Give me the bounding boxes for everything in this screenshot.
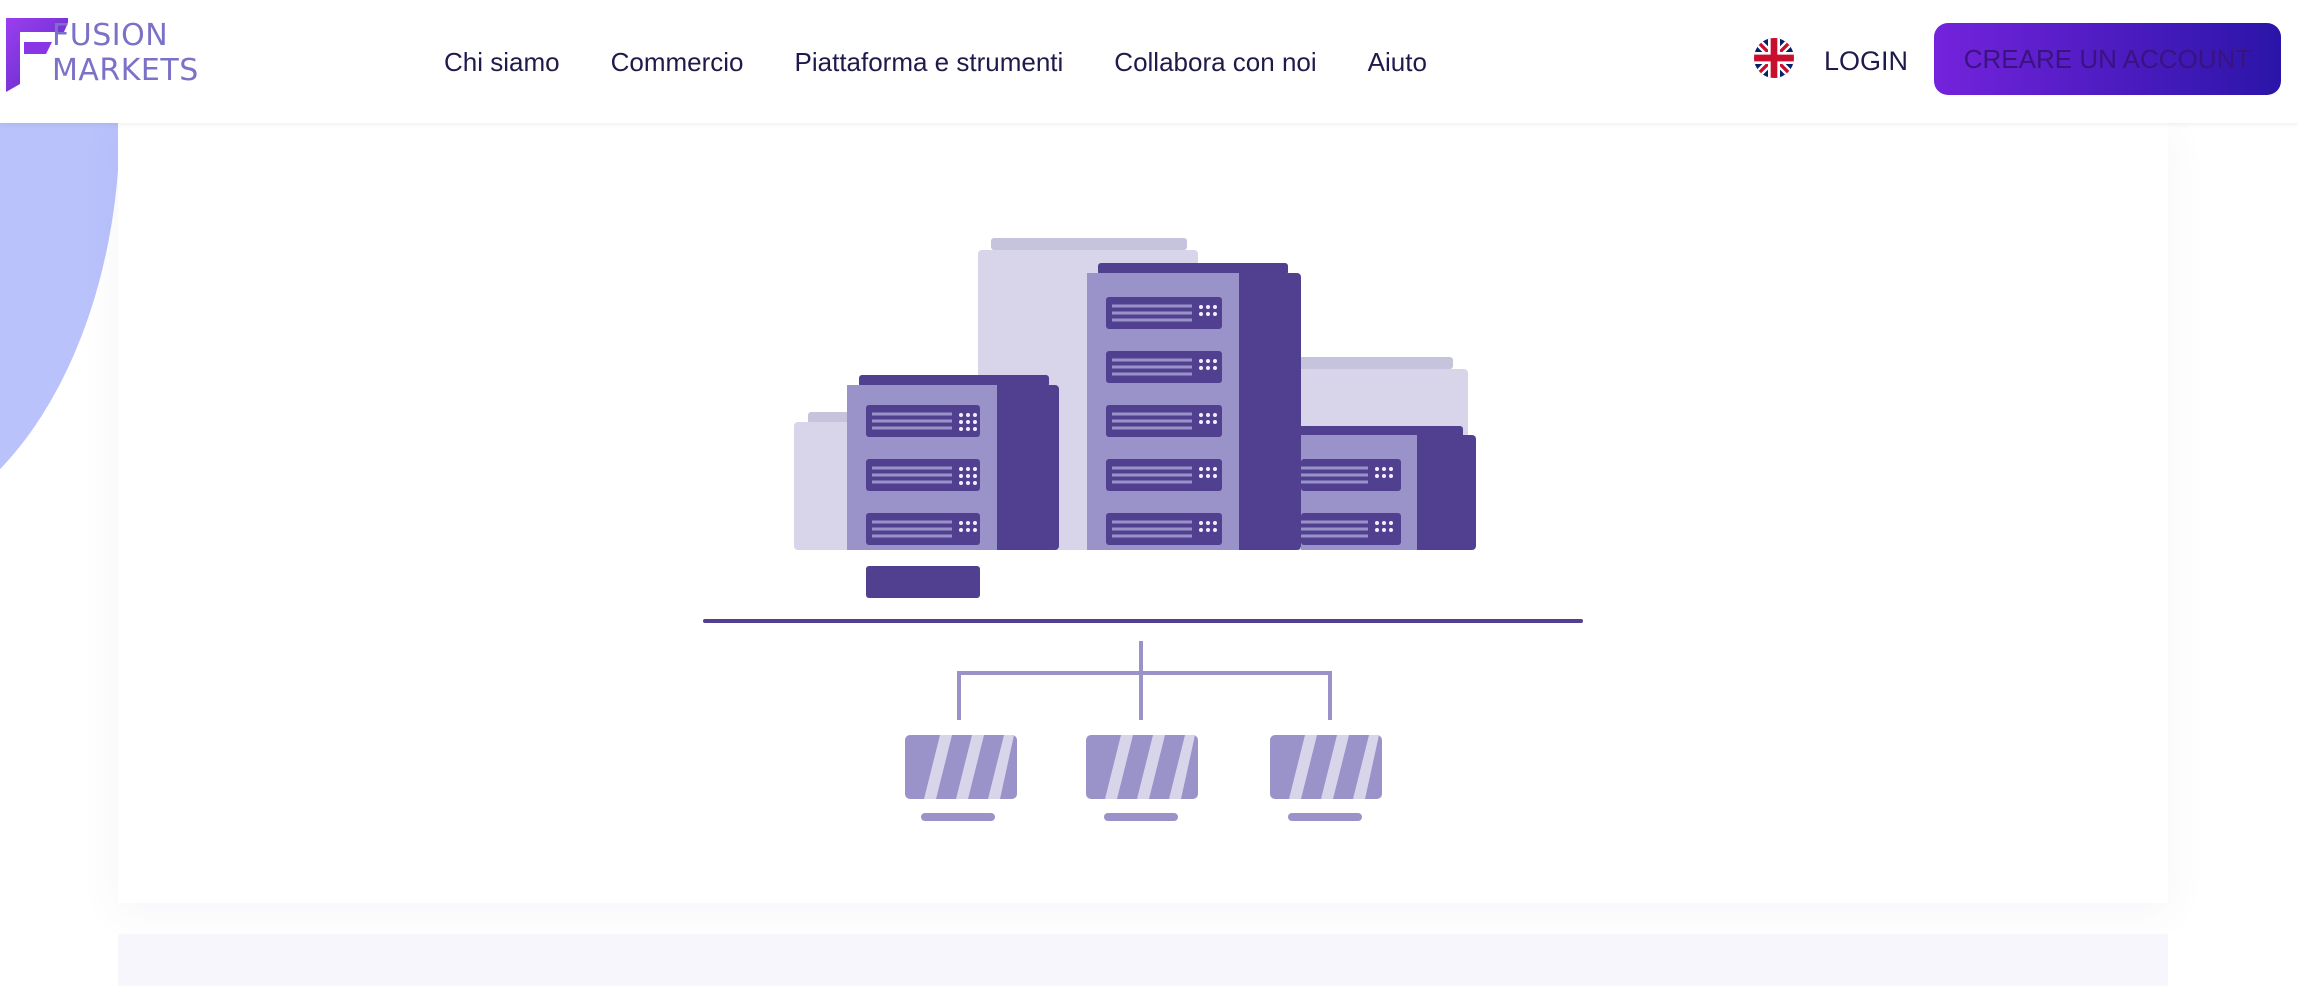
nav-item-collabora[interactable]: Collabora con noi (1114, 44, 1316, 80)
logo-text: FUSION MARKETS (52, 18, 199, 88)
nav-item-chi-siamo[interactable]: Chi siamo (444, 44, 560, 80)
login-link[interactable]: LOGIN (1824, 43, 1908, 79)
nav-item-commercio[interactable]: Commercio (611, 44, 744, 80)
main-nav: Chi siamo Commercio Piattaforma e strume… (444, 44, 1427, 80)
nav-item-aiuto[interactable]: Aiuto (1368, 44, 1427, 80)
logo[interactable]: FUSION MARKETS (4, 14, 198, 94)
create-account-button[interactable]: CREARE UN ACCOUNT (1934, 23, 2281, 95)
nav-item-piattaforma[interactable]: Piattaforma e strumenti (795, 44, 1064, 80)
uk-flag-icon[interactable] (1754, 38, 1794, 78)
next-section-strip (118, 934, 2168, 986)
server-network-icon (703, 238, 1583, 821)
page: FUSION MARKETS Chi siamo Commercio Piatt… (0, 0, 2298, 986)
logo-line-2: MARKETS (52, 53, 199, 88)
logo-line-1: FUSION (52, 18, 169, 53)
hero-card (118, 123, 2168, 903)
site-header: FUSION MARKETS Chi siamo Commercio Piatt… (0, 0, 2298, 123)
